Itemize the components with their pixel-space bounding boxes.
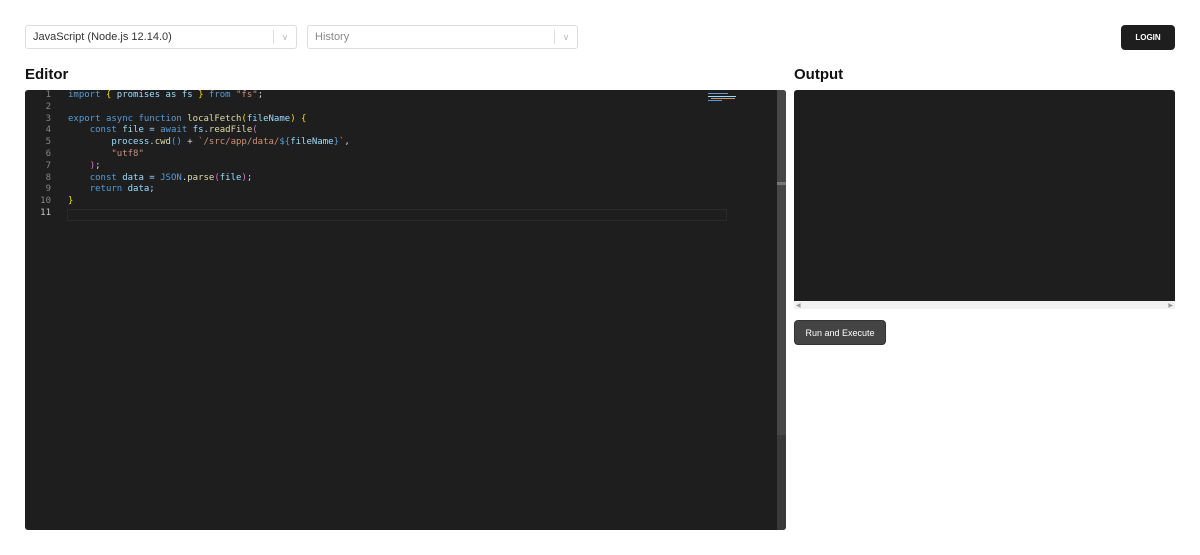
line-code: return data; (51, 184, 155, 196)
line-number: 8 (45, 172, 51, 183)
line-number: 7 (45, 160, 51, 171)
line-code: } (51, 196, 73, 208)
output-panel (794, 90, 1175, 301)
line-code: ); (51, 161, 101, 173)
line-number: 5 (45, 137, 51, 148)
line-code: process.cwd() + `/src/app/data/${fileNam… (51, 137, 350, 149)
code-token: file (219, 172, 242, 183)
line-number: 4 (45, 125, 51, 136)
code-line: 3 export async function localFetch(fileNa… (25, 114, 786, 126)
cursor-position-marker (777, 182, 786, 185)
code-token: parse (187, 172, 215, 183)
arrow-right-icon[interactable]: ▶ (1168, 302, 1173, 309)
code-line: 6 "utf8" (25, 149, 786, 161)
code-token: await (160, 125, 188, 136)
scrollbar-thumb[interactable] (777, 90, 786, 435)
line-code: const data = JSON.parse(file); (51, 172, 253, 185)
code-token: fileName (290, 137, 334, 148)
code-lines: 1 import { promises as fs } from "fs"; 2 3 e… (25, 90, 786, 220)
code-token: "utf8" (111, 148, 144, 159)
code-token: { (301, 113, 307, 124)
code-token: from (208, 90, 231, 100)
code-token: process. (68, 137, 155, 148)
code-token: file = (116, 125, 161, 136)
run-and-execute-button[interactable]: Run and Execute (794, 320, 886, 345)
line-code: import { promises as fs } from "fs"; (51, 90, 263, 102)
code-line: 9 return data; (25, 184, 786, 196)
line-number: 6 (45, 148, 51, 159)
horizontal-scrollbar[interactable]: ◀ ▶ (794, 301, 1175, 309)
code-line: 8 const data = JSON.parse(file); (25, 173, 786, 185)
arrow-left-icon[interactable]: ◀ (796, 302, 801, 309)
line-number: 9 (45, 184, 51, 195)
code-token: , (344, 137, 350, 148)
code-line: 2 (25, 102, 786, 114)
history-select-placeholder: History (315, 31, 350, 43)
code-token: cwd (154, 137, 171, 148)
line-number: 10 (40, 196, 51, 207)
code-token: ; (95, 160, 101, 171)
code-token: return (89, 184, 123, 195)
history-select[interactable]: History ∨ (307, 25, 578, 49)
code-line: 1 import { promises as fs } from "fs"; (25, 90, 786, 102)
code-token: function (138, 113, 182, 124)
code-token: fs. (187, 125, 209, 136)
code-token: "fs" (236, 90, 258, 100)
code-token: JSON (160, 172, 182, 183)
code-token: data; (122, 184, 155, 195)
code-token: async (105, 113, 134, 124)
code-line: 10} (25, 196, 786, 208)
code-token: const (89, 172, 117, 183)
language-select[interactable]: JavaScript (Node.js 12.14.0) ∨ (25, 25, 297, 49)
code-token: } (68, 196, 74, 207)
vertical-scrollbar[interactable] (777, 90, 786, 530)
code-token: promises as fs (111, 90, 199, 100)
code-token: () (170, 137, 182, 148)
code-token: export (68, 113, 101, 124)
login-button[interactable]: LOGIN (1121, 25, 1175, 50)
current-line-highlight (67, 209, 727, 221)
code-token: ${ (279, 137, 291, 148)
line-number: 11 (40, 207, 51, 218)
line-number: 3 (45, 113, 51, 124)
code-token: ; (246, 172, 253, 183)
output-title: Output (794, 66, 844, 83)
code-editor[interactable]: 1 import { promises as fs } from "fs"; 2 3 e… (25, 90, 786, 530)
code-line: 7 ); (25, 161, 786, 173)
code-token: ; (257, 90, 264, 100)
code-token: + (181, 137, 199, 148)
code-line: 5 process.cwd() + `/src/app/data/${fileN… (25, 137, 786, 149)
code-token: data = (116, 172, 161, 183)
chevron-down-icon[interactable]: ∨ (274, 32, 296, 43)
minimap[interactable] (708, 92, 740, 102)
code-token: const (89, 125, 117, 136)
code-token: readFile (208, 125, 253, 136)
line-code: "utf8" (51, 149, 144, 161)
code-token: localFetch (187, 113, 242, 124)
editor-title: Editor (25, 66, 69, 83)
line-number: 1 (45, 90, 51, 100)
code-token: fileName (246, 113, 291, 124)
line-code: export async function localFetch(fileNam… (51, 114, 306, 126)
language-select-value: JavaScript (Node.js 12.14.0) (33, 31, 172, 43)
code-token: ( (252, 125, 258, 136)
line-number: 2 (45, 101, 51, 112)
line-code: const file = await fs.readFile( (51, 125, 258, 137)
code-token: `/src/app/data/ (198, 137, 280, 148)
chevron-down-icon[interactable]: ∨ (555, 32, 577, 43)
code-token: import (68, 90, 101, 100)
code-line: 4 const file = await fs.readFile( (25, 125, 786, 137)
